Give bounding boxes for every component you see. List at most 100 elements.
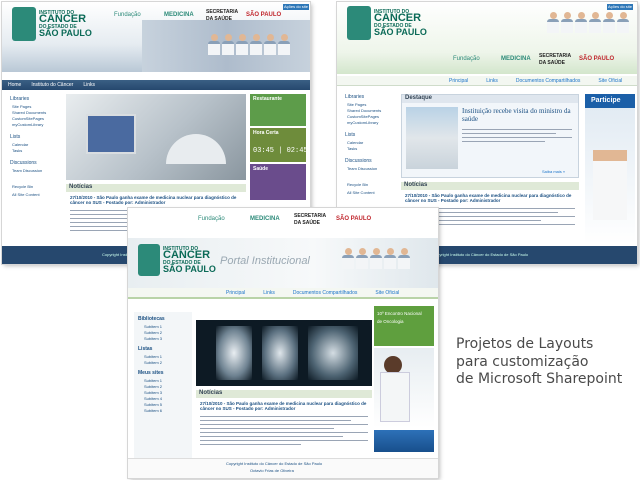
event-banner[interactable]: 10º Encontro Nacional de Oncologia: [374, 306, 434, 346]
participe-banner[interactable]: Participe: [585, 94, 635, 244]
doctor-photo: [593, 150, 627, 220]
layout2-nav: Principal Links Documentos Compartilhado…: [337, 76, 637, 86]
sao-paulo-logo: SÃO PAULO: [579, 56, 615, 62]
layout3-screenshot: Fundação MEDICINA SECRETARIA DA SAÚDE SÃ…: [128, 208, 438, 478]
sidebar-meus-sites-title[interactable]: Meus sites: [138, 370, 164, 376]
highlight-headline[interactable]: Instituição recebe visita do ministro da…: [462, 107, 572, 123]
doctors-group-photo: [547, 12, 631, 33]
caption: Projetos de Layouts para customização de…: [456, 336, 622, 389]
medicina-logo: MEDICINA: [164, 12, 194, 18]
xray-banner-image: [196, 320, 372, 386]
news-headline[interactable]: 27/10/2010 - São Paulo ganha exame de me…: [405, 193, 575, 204]
highlight-body-text: [462, 129, 572, 145]
weather-widget[interactable]: [374, 430, 434, 452]
widget-hora-certa[interactable]: Hora Certa 03:45 | 02:45: [250, 128, 308, 162]
sidebar-discussions-title[interactable]: Discussions: [10, 160, 37, 166]
event-title-line1: 10º Encontro Nacional: [377, 311, 422, 316]
nav-links[interactable]: Links: [263, 290, 275, 296]
nav-documentos[interactable]: Documentos Compartilhados: [293, 290, 357, 296]
sidebar-item[interactable]: CustomSitePages: [12, 116, 44, 121]
caption-line-1: Projetos de Layouts: [456, 336, 594, 352]
fundacao-logo: Fundação: [198, 216, 225, 222]
sidebar-item[interactable]: Subitem 2: [144, 330, 162, 335]
sidebar-item[interactable]: Tasks: [347, 146, 357, 151]
logo: INSTITUTO DO CANCER DO ESTADO DE SÃO PAU…: [347, 6, 427, 40]
sidebar-item[interactable]: Subitem 3: [144, 390, 162, 395]
highlight-title-bar: Destaque: [402, 95, 578, 103]
sao-paulo-logo: SÃO PAULO: [336, 216, 372, 222]
sidebar-bibliotecas-title[interactable]: Bibliotecas: [138, 316, 165, 322]
doctors-group-photo: [208, 34, 292, 55]
nav-instituto[interactable]: Instituto do Câncer: [31, 82, 73, 88]
site-actions-link[interactable]: Ações do site: [607, 4, 634, 10]
sidebar-item[interactable]: myCustomLibrary: [347, 120, 378, 125]
sidebar-item[interactable]: Calendar: [347, 140, 363, 145]
news-title-bar: Notícias: [196, 390, 372, 398]
medicina-logo: MEDICINA: [501, 56, 531, 62]
news-headline[interactable]: 27/10/2010 - São Paulo ganha exame de me…: [70, 195, 242, 206]
layout3-header-top: [128, 208, 438, 238]
sidebar-item[interactable]: Subitem 1: [144, 354, 162, 359]
sidebar-item[interactable]: Subitem 3: [144, 336, 162, 341]
event-title-line2: de Oncologia: [377, 319, 404, 324]
widget-title: Restaurante: [253, 96, 282, 102]
participe-title: Participe: [591, 97, 621, 104]
layout3-nav: Principal Links Documentos Compartilhado…: [128, 288, 438, 299]
widget-saude[interactable]: Saúde: [250, 164, 306, 200]
caption-line-3: de Microsoft Sharepoint: [456, 371, 623, 387]
sidebar-item[interactable]: Subitem 5: [144, 402, 162, 407]
sidebar-item[interactable]: Shared Documents: [12, 110, 46, 115]
nav-site-oficial[interactable]: Site Oficial: [375, 290, 399, 296]
sidebar-item[interactable]: Site Pages: [347, 102, 366, 107]
recycle-bin-link[interactable]: Recycle Bin: [347, 182, 368, 187]
read-more-link[interactable]: Saiba mais »: [542, 170, 565, 174]
nav-links[interactable]: Links: [486, 78, 498, 84]
secretaria-logo: SECRETARIA: [294, 213, 327, 219]
news-title-bar: Notícias: [401, 182, 579, 190]
sidebar-item[interactable]: Shared Documents: [347, 108, 381, 113]
sidebar-libraries-title[interactable]: Libraries: [10, 96, 29, 102]
nav-site-oficial[interactable]: Site Oficial: [598, 78, 622, 84]
sidebar-lists-title[interactable]: Lists: [10, 134, 20, 140]
sidebar-item[interactable]: myCustomLibrary: [12, 122, 43, 127]
recycle-bin-link[interactable]: Recycle Bin: [12, 184, 33, 189]
site-actions-link[interactable]: Ações do site: [283, 4, 310, 10]
sidebar-item[interactable]: Team Discussion: [347, 166, 377, 171]
sidebar-item[interactable]: Subitem 1: [144, 324, 162, 329]
news-headline[interactable]: 27/10/2010 - São Paulo ganha exame de me…: [200, 401, 368, 412]
saude-logo: DA SAÚDE: [294, 220, 320, 226]
sidebar-item[interactable]: Subitem 1: [144, 378, 162, 383]
sidebar-item[interactable]: Tasks: [12, 148, 22, 153]
sidebar-item[interactable]: Subitem 4: [144, 396, 162, 401]
sidebar-item[interactable]: Calendar: [12, 142, 28, 147]
nurse-photo: [374, 348, 434, 428]
highlight-image: [406, 107, 458, 169]
all-site-content-link[interactable]: All Site Content: [12, 192, 40, 197]
all-site-content-link[interactable]: All Site Content: [347, 190, 375, 195]
nav-links[interactable]: Links: [83, 82, 95, 88]
medicina-logo: MEDICINA: [250, 216, 280, 222]
nav-principal[interactable]: Principal: [449, 78, 468, 84]
nav-home[interactable]: Home: [8, 82, 21, 88]
sidebar-libraries-title[interactable]: Libraries: [345, 94, 364, 100]
nav-documentos[interactable]: Documentos Compartilhados: [516, 78, 580, 84]
sidebar-listas-title[interactable]: Listas: [138, 346, 152, 352]
secretaria-logo: SECRETARIA: [539, 53, 572, 59]
sidebar-discussions-title[interactable]: Discussions: [345, 158, 372, 164]
nav-principal[interactable]: Principal: [226, 290, 245, 296]
saude-logo: DA SAÚDE: [206, 16, 232, 22]
highlight-panel: Destaque Instituição recebe visita do mi…: [401, 94, 579, 178]
sidebar-item[interactable]: Team Discussion: [12, 168, 42, 173]
sidebar-item[interactable]: Subitem 6: [144, 408, 162, 413]
secretaria-logo: SECRETARIA: [206, 9, 239, 15]
widget-restaurante[interactable]: Restaurante: [250, 94, 306, 126]
sidebar-item[interactable]: Subitem 2: [144, 360, 162, 365]
sidebar-item[interactable]: CustomSitePages: [347, 114, 379, 119]
layout1-nav: Home Instituto do Câncer Links: [2, 80, 310, 90]
caption-line-2: para customização: [456, 353, 589, 370]
sidebar-item[interactable]: Subitem 2: [144, 384, 162, 389]
sidebar-lists-title[interactable]: Lists: [345, 132, 355, 138]
fundacao-logo: Fundação: [114, 12, 141, 18]
layout3-sidebar: Bibliotecas Subitem 1 Subitem 2 Subitem …: [134, 312, 192, 462]
sidebar-item[interactable]: Site Pages: [12, 104, 31, 109]
